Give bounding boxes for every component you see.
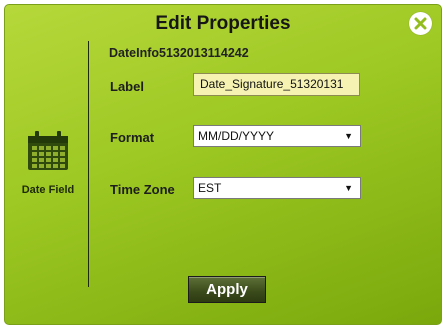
close-button[interactable] — [409, 12, 432, 35]
calendar-icon — [28, 131, 68, 170]
close-icon — [414, 17, 427, 30]
dropdown-arrow-icon: ▼ — [344, 131, 353, 141]
dropdown-arrow-icon: ▼ — [344, 183, 353, 193]
time-zone-caption: Time Zone — [110, 182, 175, 197]
field-type-label: Date Field — [21, 184, 75, 196]
format-caption: Format — [110, 130, 155, 145]
field-id: DateInfo5132013114242 — [109, 46, 249, 60]
format-select[interactable]: MM/DD/YYYY ▼ — [193, 125, 361, 147]
label-caption: Label — [110, 79, 144, 94]
dialog-title: Edit Properties — [155, 13, 291, 34]
time-zone-selected-value: EST — [198, 181, 222, 195]
edit-properties-dialog: Edit Properties Date Field DateInfo51320… — [4, 4, 442, 325]
apply-button[interactable]: Apply — [188, 276, 266, 303]
time-zone-select[interactable]: EST ▼ — [193, 177, 361, 199]
format-selected-value: MM/DD/YYYY — [198, 129, 275, 143]
vertical-divider — [88, 41, 89, 287]
label-input[interactable]: Date_Signature_51320131 — [193, 73, 360, 96]
